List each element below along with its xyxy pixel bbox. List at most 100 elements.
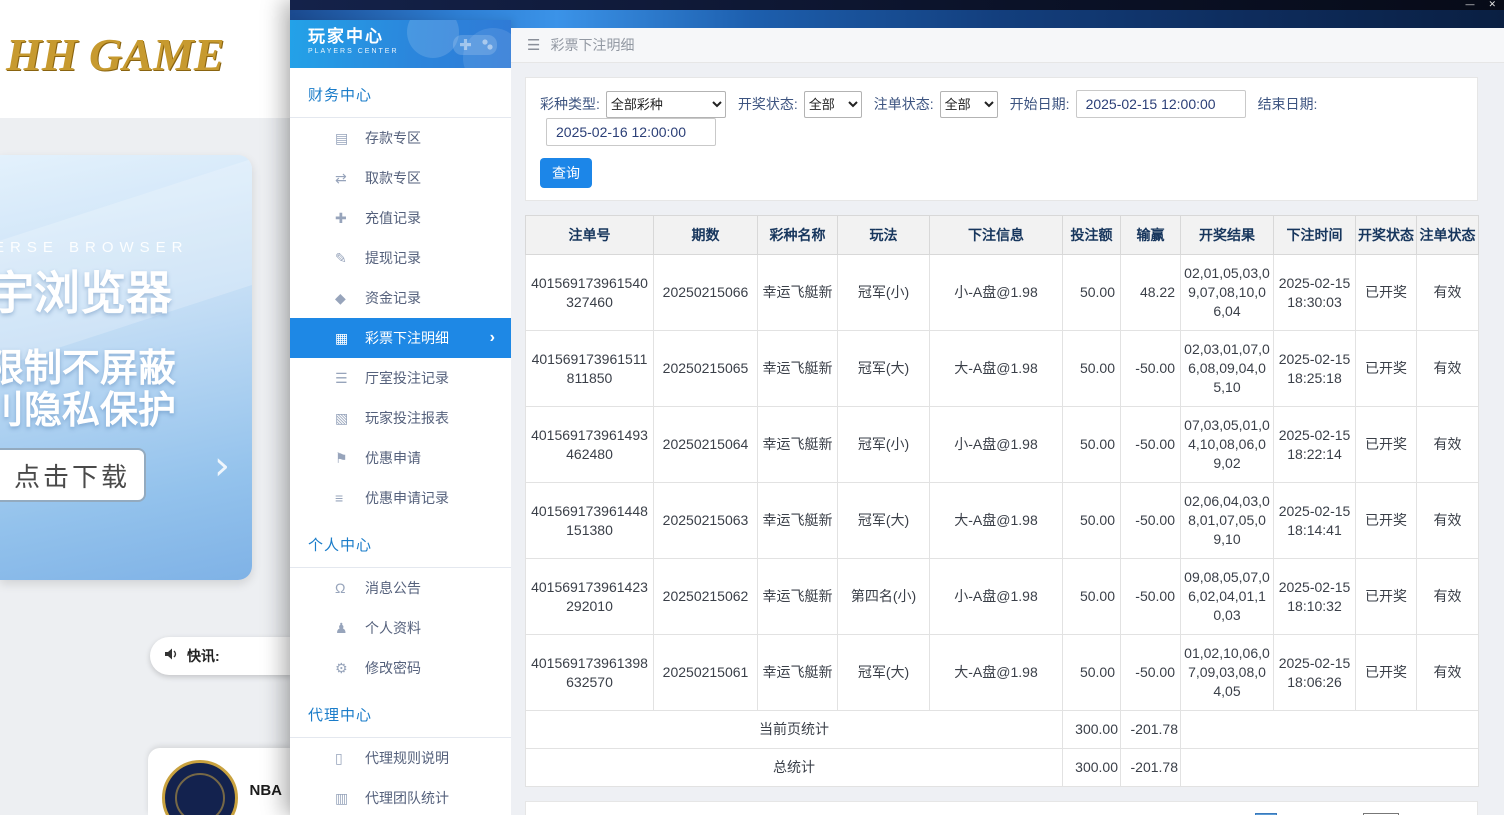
sidebar-item-promo-apply[interactable]: ⚑ 优惠申请 bbox=[290, 438, 511, 478]
sidebar-item-messages[interactable]: Ω 消息公告 bbox=[290, 568, 511, 608]
sidebar-item-label: 充值记录 bbox=[365, 208, 421, 228]
cell-bet-id: 401569173961398632570 bbox=[526, 635, 654, 711]
cell-bet-time: 2025-02-15 18:14:41 bbox=[1274, 483, 1356, 559]
header-draw-status: 开奖状态 bbox=[1356, 216, 1417, 255]
menu-icon[interactable]: ☰ bbox=[527, 36, 540, 54]
start-date-input[interactable] bbox=[1076, 90, 1246, 118]
table-row: 401569173961448151380 20250215063 幸运飞艇新 … bbox=[526, 483, 1479, 559]
sidebar-item-change-password[interactable]: ⚙ 修改密码 bbox=[290, 648, 511, 688]
summary-total-winloss: -201.78 bbox=[1121, 749, 1181, 787]
cell-bet-id: 401569173961448151380 bbox=[526, 483, 654, 559]
sidebar-item-agent-rules[interactable]: ▯ 代理规则说明 bbox=[290, 738, 511, 778]
sidebar-item-lottery-bet-details[interactable]: ▦ 彩票下注明细 › bbox=[290, 318, 511, 358]
cell-play-type: 冠军(大) bbox=[838, 635, 930, 711]
sidebar-item-withdraw-records[interactable]: ✎ 提现记录 bbox=[290, 238, 511, 278]
stats-icon: ▥ bbox=[335, 790, 365, 807]
header-lottery-name: 彩种名称 bbox=[758, 216, 838, 255]
sidebar-item-deposit-zone[interactable]: ▤ 存款专区 bbox=[290, 118, 511, 158]
header-bet-info: 下注信息 bbox=[930, 216, 1063, 255]
header-play-type: 玩法 bbox=[838, 216, 930, 255]
lottery-bet-icon: ▦ bbox=[335, 330, 365, 347]
table-row: 401569173961493462480 20250215064 幸运飞艇新 … bbox=[526, 407, 1479, 483]
cell-bet-info: 大-A盘@1.98 bbox=[930, 331, 1063, 407]
draw-status-label: 开奖状态: bbox=[738, 94, 798, 114]
sidebar-item-label: 修改密码 bbox=[365, 658, 421, 678]
sidebar-item-promo-apply-records[interactable]: ≡ 优惠申请记录 bbox=[290, 478, 511, 518]
nba-card[interactable]: NBA bbox=[148, 748, 290, 815]
minimize-icon[interactable]: — bbox=[1465, 0, 1474, 9]
cell-bet-amount: 50.00 bbox=[1063, 559, 1121, 635]
cell-bet-id: 401569173961511811850 bbox=[526, 331, 654, 407]
cell-play-type: 第四名(小) bbox=[838, 559, 930, 635]
close-icon[interactable]: ✕ bbox=[1488, 0, 1496, 9]
bets-table-card: 注单号 期数 彩种名称 玩法 下注信息 投注额 输赢 开奖结果 下注时间 开奖状… bbox=[525, 215, 1478, 787]
deposit-icon: ▤ bbox=[335, 130, 365, 147]
sidebar-item-profile[interactable]: ♟ 个人资料 bbox=[290, 608, 511, 648]
cell-period: 20250215063 bbox=[654, 483, 758, 559]
ticker-label: 快讯: bbox=[187, 646, 220, 666]
download-button[interactable]: 点击下载 bbox=[0, 448, 146, 502]
summary-total-bet: 300.00 bbox=[1063, 749, 1121, 787]
sidebar-item-label: 代理团队统计 bbox=[365, 788, 449, 808]
summary-page-label: 当前页统计 bbox=[526, 711, 1063, 749]
promo-banner: ERSE BROWSER 宇浏览器 限制不屏蔽 刂隐私保护 点击下载 › bbox=[0, 155, 252, 580]
cell-draw-status: 已开奖 bbox=[1356, 483, 1417, 559]
report-icon: ▧ bbox=[335, 410, 365, 427]
cell-bet-info: 小-A盘@1.98 bbox=[930, 407, 1063, 483]
cell-draw-result: 09,08,05,07,06,02,04,01,10,03 bbox=[1181, 559, 1274, 635]
sidebar-item-label: 存款专区 bbox=[365, 128, 421, 148]
speaker-icon bbox=[164, 647, 180, 666]
end-date-input[interactable] bbox=[546, 118, 716, 146]
cell-bet-info: 大-A盘@1.98 bbox=[930, 635, 1063, 711]
header-bet-id: 注单号 bbox=[526, 216, 654, 255]
table-row: 401569173961540327460 20250215066 幸运飞艇新 … bbox=[526, 255, 1479, 331]
order-status-select[interactable]: 全部 bbox=[940, 91, 998, 118]
cell-bet-info: 小-A盘@1.98 bbox=[930, 559, 1063, 635]
sidebar-item-agent-team-stats[interactable]: ▥ 代理团队统计 bbox=[290, 778, 511, 815]
sidebar-item-label: 优惠申请 bbox=[365, 448, 421, 468]
chevron-right-icon: › bbox=[490, 329, 495, 347]
recharge-icon: ✚ bbox=[335, 210, 365, 227]
sidebar-item-funds-records[interactable]: ◆ 资金记录 bbox=[290, 278, 511, 318]
page-title: 彩票下注明细 bbox=[550, 35, 634, 55]
app-window: — ✕ 玩家中心 PLAYERS CENTER 财务中心 ▤ 存款专区 ⇄ bbox=[290, 0, 1504, 815]
cell-bet-time: 2025-02-15 18:06:26 bbox=[1274, 635, 1356, 711]
banner-title: 宇浏览器 bbox=[0, 257, 172, 323]
cell-draw-result: 01,02,10,06,07,09,03,08,04,05 bbox=[1181, 635, 1274, 711]
banner-next-icon[interactable]: › bbox=[214, 443, 230, 489]
summary-page-bet: 300.00 bbox=[1063, 711, 1121, 749]
cell-period: 20250215065 bbox=[654, 331, 758, 407]
query-button[interactable]: 查询 bbox=[540, 158, 592, 188]
sidebar-item-label: 取款专区 bbox=[365, 168, 421, 188]
gear-icon: ⚙ bbox=[335, 660, 365, 677]
gamepad-icon bbox=[451, 29, 499, 64]
promo-records-icon: ≡ bbox=[335, 490, 365, 506]
bell-icon: Ω bbox=[335, 580, 365, 596]
cell-bet-amount: 50.00 bbox=[1063, 407, 1121, 483]
banner-eyebrow: ERSE BROWSER bbox=[0, 239, 189, 256]
sidebar-item-label: 厅室投注记录 bbox=[365, 368, 449, 388]
draw-status-select[interactable]: 全部 bbox=[804, 91, 862, 118]
sidebar-item-player-bet-report[interactable]: ▧ 玩家投注报表 bbox=[290, 398, 511, 438]
cell-draw-status: 已开奖 bbox=[1356, 331, 1417, 407]
site-logo: HH GAME bbox=[6, 28, 225, 81]
nba-label: NBA bbox=[250, 782, 283, 799]
user-icon: ♟ bbox=[335, 620, 365, 637]
cell-bet-amount: 50.00 bbox=[1063, 255, 1121, 331]
summary-page-winloss: -201.78 bbox=[1121, 711, 1181, 749]
sidebar-item-withdraw-zone[interactable]: ⇄ 取款专区 bbox=[290, 158, 511, 198]
sidebar-item-label: 优惠申请记录 bbox=[365, 488, 449, 508]
cell-lottery-name: 幸运飞艇新 bbox=[758, 559, 838, 635]
cell-bet-id: 401569173961423292010 bbox=[526, 559, 654, 635]
cell-lottery-name: 幸运飞艇新 bbox=[758, 331, 838, 407]
sidebar-item-label: 彩票下注明细 bbox=[365, 328, 449, 348]
sidebar-item-label: 个人资料 bbox=[365, 618, 421, 638]
sidebar-item-hall-bet-records[interactable]: ☰ 厅室投注记录 bbox=[290, 358, 511, 398]
sidebar: 玩家中心 PLAYERS CENTER 财务中心 ▤ 存款专区 ⇄ 取款专区 ✚… bbox=[290, 20, 511, 815]
cell-bet-time: 2025-02-15 18:10:32 bbox=[1274, 559, 1356, 635]
end-date-label: 结束日期: bbox=[1258, 94, 1318, 114]
sidebar-item-label: 消息公告 bbox=[365, 578, 421, 598]
sidebar-item-recharge-records[interactable]: ✚ 充值记录 bbox=[290, 198, 511, 238]
lottery-type-select[interactable]: 全部彩种 bbox=[606, 91, 726, 118]
section-title-agent: 代理中心 bbox=[290, 704, 511, 737]
